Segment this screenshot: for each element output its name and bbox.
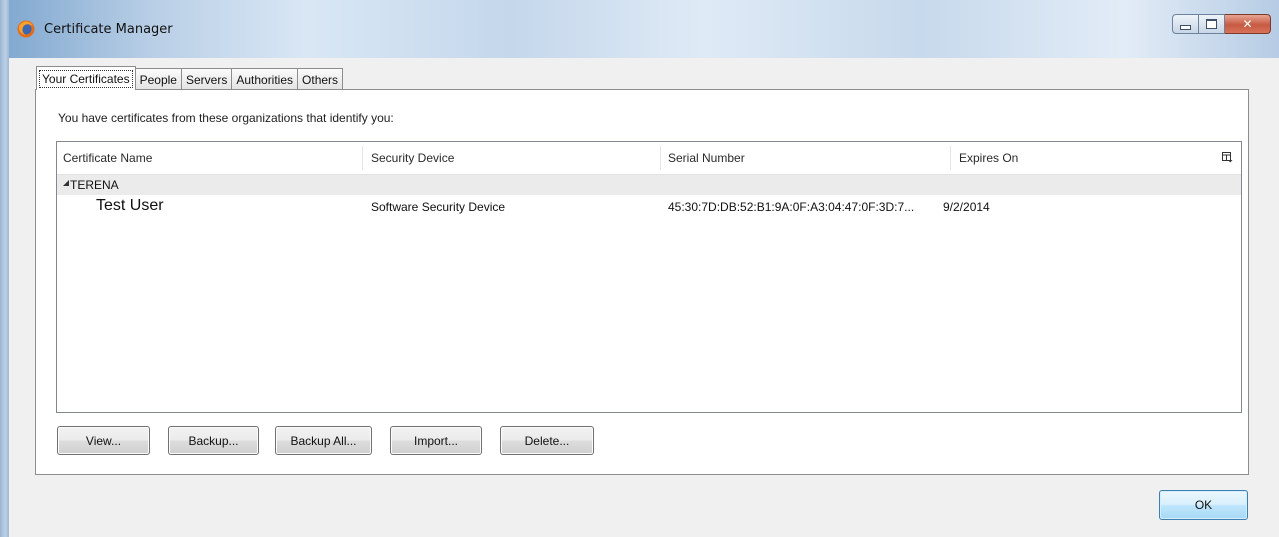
caption-buttons: ✕ bbox=[1172, 14, 1271, 36]
window-frame-left bbox=[0, 0, 9, 537]
firefox-icon bbox=[17, 20, 35, 38]
panel-description: You have certificates from these organiz… bbox=[58, 111, 394, 125]
expires-on-cell: 9/2/2014 bbox=[943, 200, 990, 214]
tab-your-certificates[interactable]: Your Certificates bbox=[36, 66, 136, 90]
close-icon: ✕ bbox=[1242, 17, 1253, 31]
close-button[interactable]: ✕ bbox=[1225, 14, 1271, 34]
import-button[interactable]: Import... bbox=[390, 426, 482, 455]
column-separator[interactable] bbox=[950, 146, 951, 170]
maximize-button[interactable] bbox=[1199, 14, 1225, 34]
tab-others[interactable]: Others bbox=[297, 68, 344, 90]
security-device-cell: Software Security Device bbox=[371, 200, 506, 214]
backup-button-label: Backup... bbox=[188, 433, 239, 448]
tab-panel-your-certificates: You have certificates from these organiz… bbox=[35, 89, 1249, 475]
title-bar[interactable]: Certificate Manager ✕ bbox=[0, 0, 1279, 58]
backup-all-button[interactable]: Backup All... bbox=[275, 426, 372, 455]
delete-button[interactable]: Delete... bbox=[500, 426, 594, 455]
tab-servers[interactable]: Servers bbox=[180, 68, 233, 90]
minimize-button[interactable] bbox=[1172, 14, 1199, 34]
ok-button[interactable]: OK bbox=[1159, 490, 1248, 520]
serial-number-cell: 45:30:7D:DB:52:B1:9A:0F:A3:04:47:0F:3D:7… bbox=[668, 200, 915, 214]
tab-label: Authorities bbox=[236, 72, 294, 87]
tree-group-row[interactable]: TERENA bbox=[57, 175, 1241, 195]
certificate-tree[interactable]: Certificate Name Security Device Serial … bbox=[56, 141, 1242, 413]
delete-button-label: Delete... bbox=[524, 433, 570, 448]
tab-label: Others bbox=[302, 72, 339, 87]
tree-header: Certificate Name Security Device Serial … bbox=[57, 142, 1241, 175]
ok-button-label: OK bbox=[1194, 498, 1213, 512]
column-header-security-device[interactable]: Security Device bbox=[371, 142, 454, 174]
table-row[interactable]: Test User Software Security Device 45:30… bbox=[57, 195, 1241, 219]
backup-button[interactable]: Backup... bbox=[168, 426, 259, 455]
tab-people[interactable]: People bbox=[134, 68, 182, 90]
certificate-manager-window: Certificate Manager ✕ Your Certificates … bbox=[0, 0, 1279, 537]
tab-strip: Your Certificates People Servers Authori… bbox=[36, 66, 344, 90]
tab-authorities[interactable]: Authorities bbox=[231, 68, 299, 90]
column-separator[interactable] bbox=[362, 146, 363, 170]
maximize-icon bbox=[1206, 19, 1217, 29]
expand-triangle-icon[interactable] bbox=[63, 180, 69, 186]
group-label: TERENA bbox=[70, 178, 119, 192]
column-picker-icon[interactable] bbox=[1222, 152, 1233, 163]
column-header-serial-number[interactable]: Serial Number bbox=[668, 142, 745, 174]
tab-label: Servers bbox=[185, 72, 228, 87]
window-title: Certificate Manager bbox=[44, 22, 173, 37]
tab-label: Your Certificates bbox=[39, 69, 133, 88]
backup-all-button-label: Backup All... bbox=[290, 433, 357, 448]
dialog-client-area: Your Certificates People Servers Authori… bbox=[9, 58, 1279, 537]
column-separator[interactable] bbox=[660, 146, 661, 170]
tab-label: People bbox=[139, 72, 177, 87]
column-header-expires-on[interactable]: Expires On bbox=[959, 142, 1018, 174]
column-header-certificate-name[interactable]: Certificate Name bbox=[63, 142, 152, 174]
certificate-name-cell: Test User bbox=[96, 197, 164, 214]
minimize-icon bbox=[1180, 24, 1191, 30]
view-button[interactable]: View... bbox=[57, 426, 150, 455]
import-button-label: Import... bbox=[413, 433, 458, 448]
view-button-label: View... bbox=[85, 433, 122, 448]
